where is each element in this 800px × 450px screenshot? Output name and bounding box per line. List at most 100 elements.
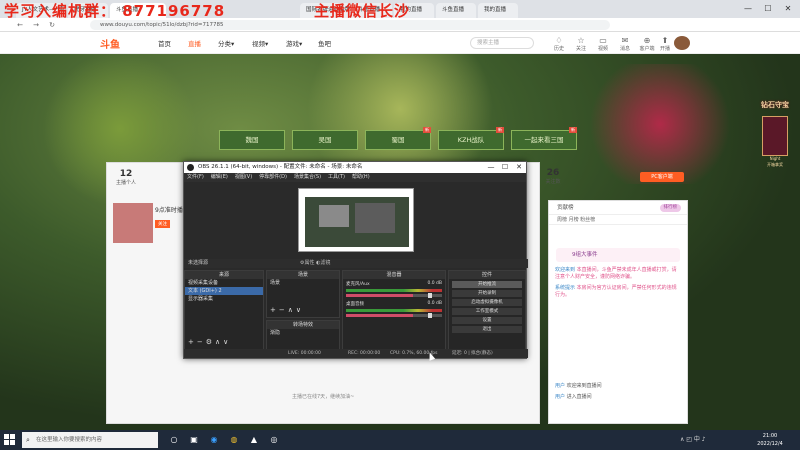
rank-button[interactable]: 排行榜	[659, 204, 681, 212]
promo-line: 开箱拿奖	[767, 162, 783, 167]
streamer-thumbnail[interactable]	[113, 203, 153, 243]
taskbar-clock[interactable]: 21:00 2022/12/4	[752, 432, 788, 448]
preview-content	[355, 203, 395, 233]
start-recording-button[interactable]: 开始录制	[452, 290, 522, 297]
dock-title: 转场特效	[267, 321, 339, 329]
virtual-camera-button[interactable]: 启动虚拟摄像机	[452, 299, 522, 306]
dock-title: 来源	[185, 271, 263, 279]
browser-tab[interactable]: 斗鱼直播	[436, 3, 476, 18]
room-title: 9点准时播	[155, 207, 183, 214]
menu-help[interactable]: 帮助(H)	[352, 174, 370, 180]
source-item[interactable]: 显示器采集	[185, 295, 263, 303]
preview-content	[319, 205, 349, 227]
obs-preview[interactable]	[298, 188, 414, 252]
obs-logo-icon	[187, 164, 194, 171]
task-view-icon[interactable]: ▣	[188, 434, 200, 446]
minimize-icon[interactable]: —	[484, 162, 498, 173]
sources-dock: 来源 视频采集设备 文本 (GDI+) 2 显示器采集 +−⚙∧∨	[184, 270, 264, 350]
room-stat: 12 主播个人	[115, 169, 136, 186]
forward-icon[interactable]: →	[30, 20, 42, 30]
url-input[interactable]: www.douyu.com/topic/51lo/dzbj?rid=717785	[90, 20, 610, 30]
chat-header: 贡献榜 排行榜	[549, 201, 687, 215]
reload-icon[interactable]: ↻	[46, 20, 58, 30]
maximize-icon[interactable]: ☐	[498, 162, 512, 173]
chrome-icon[interactable]: ◍	[228, 434, 240, 446]
site-logo[interactable]: 斗鱼	[100, 36, 136, 51]
menu-edit[interactable]: 编辑(E)	[211, 174, 228, 180]
volume-slider[interactable]	[346, 293, 442, 298]
exit-button[interactable]: 退出	[452, 326, 522, 333]
video-icon[interactable]: ▭ 视频	[592, 36, 614, 52]
dock-controls[interactable]: +−∧∨	[270, 306, 304, 314]
menu-view[interactable]: 视图(V)	[235, 174, 252, 180]
nav-live[interactable]: 直播	[188, 38, 201, 48]
rank-tabs[interactable]: 周榜 月榜 粉丝榜	[549, 215, 687, 225]
mixer-channel: 桌面音频 0.0 dB	[343, 299, 445, 319]
hot-event-banner[interactable]: 9组大事件	[556, 248, 680, 262]
taskbar-search-input[interactable]: ⌕ 在这里输入你要搜索的内容	[22, 432, 158, 448]
room-bottom-text: 主播已在线7天，继续加油~	[292, 394, 355, 400]
studio-mode-button[interactable]: 工作室模式	[452, 308, 522, 315]
nav-video[interactable]: 视频▾	[252, 38, 268, 48]
side-promo[interactable]: 钻石守宝 Night 开箱拿奖	[756, 100, 794, 260]
windows-taskbar: ⌕ 在这里输入你要搜索的内容 ○ ▣ ◉ ◍ ▲ ◎ ∧ ◰ 中 ♪ 21:00 2…	[0, 430, 800, 450]
new-tag: 新	[569, 127, 577, 133]
nav-home[interactable]: 首页	[158, 38, 171, 48]
source-item[interactable]: 视频采集设备	[185, 279, 263, 287]
game-button[interactable]: 一起来看三国新	[511, 127, 577, 150]
maximize-icon[interactable]: ☐	[758, 0, 778, 18]
message-icon[interactable]: ✉ 消息	[614, 36, 636, 52]
menu-scene-collection[interactable]: 场景集合(S)	[294, 174, 321, 180]
volume-slider[interactable]	[346, 313, 442, 318]
back-icon[interactable]: ←	[14, 20, 26, 30]
windows-start-icon[interactable]	[4, 434, 16, 446]
minimize-icon[interactable]: —	[738, 0, 758, 18]
close-icon[interactable]: ✕	[512, 162, 526, 173]
source-toolbar: 未选择源 ⚙属性 ◐滤镜	[184, 259, 528, 268]
follower-stat: 26 关注数	[545, 168, 561, 185]
dock-title: 混音器	[343, 271, 445, 279]
menu-tools[interactable]: 工具(T)	[328, 174, 345, 180]
browser-tab[interactable]: 我的直播	[478, 3, 518, 18]
follow-button[interactable]: 关注	[155, 220, 170, 228]
source-options[interactable]: ⚙属性 ◐滤镜	[300, 259, 330, 268]
menu-docks[interactable]: 停靠部件(D)	[259, 174, 287, 180]
broadcast-icon[interactable]: ⬆ 开播	[654, 36, 676, 52]
chat-panel: 贡献榜 排行榜 周榜 月榜 粉丝榜 欢迎来到 本直播间，斗鱼严禁未成年人直播或打赏…	[548, 200, 688, 424]
dock-controls[interactable]: +−⚙∧∨	[188, 338, 231, 346]
pc-client-button[interactable]: PC客户端	[640, 172, 684, 182]
source-item-selected[interactable]: 文本 (GDI+) 2	[185, 287, 263, 295]
close-icon[interactable]: ✕	[778, 0, 798, 18]
nav-yuba[interactable]: 鱼吧	[318, 38, 331, 48]
game-button[interactable]: KZH战队新	[438, 127, 504, 150]
game-button[interactable]: 魏国	[219, 130, 285, 150]
menu-file[interactable]: 文件(F)	[187, 174, 204, 180]
mode-status: 延迟: 0 | 拟合(静态)	[452, 351, 493, 356]
transitions-dock: 转场特效 渐隐	[266, 320, 340, 350]
avatar[interactable]	[674, 36, 690, 50]
site-search-input[interactable]: 搜索主播	[470, 37, 534, 49]
dock-title: 控件	[449, 271, 525, 279]
follow-icon[interactable]: ☆ 关注	[570, 36, 592, 52]
transition-select[interactable]: 渐隐	[267, 329, 339, 337]
chat-message: 欢迎来到 本直播间，斗鱼严禁未成年人直播或打赏，请注意个人财产安全，谨防网络诈骗…	[555, 267, 677, 280]
scene-item[interactable]: 场景	[267, 279, 339, 287]
settings-button[interactable]: 设置	[452, 317, 522, 324]
game-button[interactable]: 吴国	[292, 130, 358, 150]
edge-icon[interactable]: ◉	[208, 434, 220, 446]
start-streaming-button[interactable]: 开始推流	[452, 281, 522, 288]
obs-menu-bar: 文件(F) 编辑(E) 视图(V) 停靠部件(D) 场景集合(S) 工具(T) 帮助(H)	[184, 173, 526, 182]
site-header: 斗鱼 首页 直播 分类▾ 视频▾ 游戏▾ 鱼吧 搜索主播 ♢ 历史 ☆ 关注 ▭ 视频…	[0, 32, 800, 54]
game-button[interactable]: 蜀国新	[365, 127, 431, 150]
mixer-channel: 麦克风/Aux 0.0 dB	[343, 279, 445, 299]
app-icon[interactable]: ▲	[248, 434, 260, 446]
system-tray[interactable]: ∧ ◰ 中 ♪	[680, 434, 706, 446]
nav-game[interactable]: 游戏▾	[286, 38, 302, 48]
chat-message: 用户 进入直播间	[555, 394, 592, 400]
chat-message: 用户 欢迎来到直播间	[555, 383, 602, 389]
cortana-icon[interactable]: ○	[168, 434, 180, 446]
history-icon[interactable]: ♢ 历史	[548, 36, 570, 52]
dock-title: 场景	[267, 271, 339, 279]
obs-taskbar-icon[interactable]: ◎	[268, 434, 280, 446]
nav-category[interactable]: 分类▾	[218, 38, 234, 48]
